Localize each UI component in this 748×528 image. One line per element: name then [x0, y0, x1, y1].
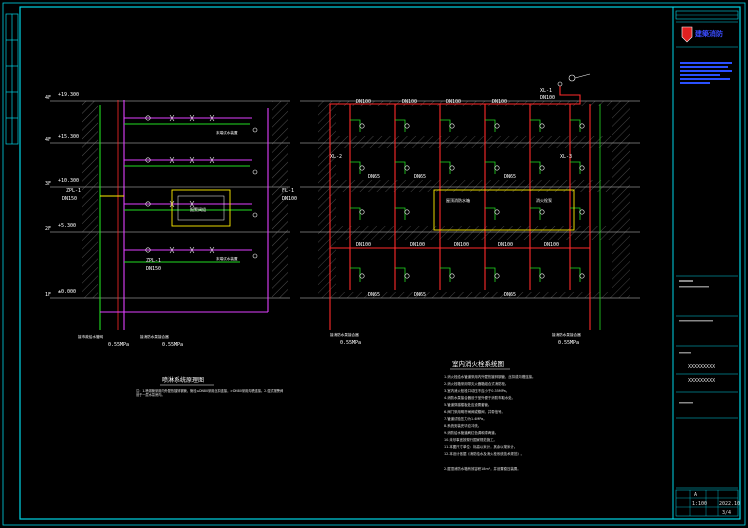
floor-tag: 1F — [45, 292, 51, 298]
floor-tag: 4F — [45, 95, 51, 101]
dn-label: DN100 — [446, 99, 461, 105]
title-scale: 1:100 — [692, 501, 707, 507]
floor-elev: +10.300 — [58, 178, 79, 184]
pressure-label: 0.55MPa — [108, 342, 129, 348]
hydrant-diagram: 屋顶消防水箱 消火栓泵 XL-1 DN100 DN100 DN100 DN100… — [300, 73, 640, 471]
pressure-label: 0.55MPa — [162, 342, 183, 348]
dn-label: DN100 — [356, 242, 371, 248]
fl-label: FL-1 — [282, 188, 294, 194]
binding-strip — [5, 13, 19, 145]
dn-label: DN65 — [504, 292, 516, 298]
dn-label: DN65 — [368, 292, 380, 298]
floor-tag: 2F — [45, 226, 51, 232]
pump-label: 消火栓泵 — [536, 197, 552, 203]
floor-elev: +19.300 — [58, 92, 79, 98]
note-item: 10.未尽事宜按现行国家规范施工。 — [444, 437, 497, 442]
valve-room-label: 报警阀组 — [190, 206, 206, 212]
xl-label: XL-2 — [330, 154, 342, 160]
dn-label: DN65 — [414, 292, 426, 298]
floor-elev: +5.300 — [58, 223, 76, 229]
note-item: 12.本设计依据《消防给水及消火栓系统技术规范》。 — [444, 451, 524, 456]
dn-label: DN100 — [454, 242, 469, 248]
note-item: 1.消火栓给水管道采用内外壁热镀锌钢管，丝扣或沟槽连接。 — [444, 374, 535, 379]
dn-label: DN100 — [356, 99, 371, 105]
dn-label: DN100 — [402, 99, 417, 105]
dn-label: DN100 — [492, 99, 507, 105]
floor-tag: 3F — [45, 181, 51, 187]
inlet-label: 接市政给水管网 — [78, 334, 104, 339]
floor-elev: +15.300 — [58, 134, 79, 140]
note-item: 7.管道试验压力为1.4MPa。 — [444, 416, 487, 421]
dn-label: DN100 — [282, 196, 297, 202]
floor-tag: 4F — [45, 137, 51, 143]
sprinkler-diagram: 4F +19.300 4F +15.300 3F +10.300 2F +5.3… — [45, 92, 297, 397]
note-item: 5.管道穿越楼板处应设置套管。 — [444, 402, 491, 407]
title-sheet: A — [694, 492, 697, 498]
title-block-text-lines — [680, 62, 732, 84]
left-wall-hatch — [82, 101, 98, 298]
pressure-label: 0.55MPa — [558, 340, 579, 346]
xl-label: XL-3 — [560, 154, 572, 160]
roof-tank-icon — [557, 73, 591, 87]
note-item: 9.消防给水管道刷红色调和漆两道。 — [444, 430, 498, 435]
sprinkler-risers — [99, 100, 269, 330]
left-note: 注：1.喷淋管采用内外壁热镀锌钢管，管径≤DN80采用丝扣连接，>DN80采用沟… — [136, 389, 284, 397]
note-item: 8.系统安装完毕应冲洗。 — [444, 423, 481, 428]
dn-label: DN100 — [544, 242, 559, 248]
dn-label: DN100 — [498, 242, 513, 248]
note-item: 6.阀门采用明杆闸阀或蝶阀，并带信号。 — [444, 409, 505, 414]
left-floor-tags: 4F +19.300 4F +15.300 3F +10.300 2F +5.3… — [45, 92, 79, 298]
left-diagram-title: 喷淋系统原理图 — [162, 376, 204, 384]
company-logo-text: 建築消防 — [695, 29, 723, 38]
note-item: 11.本图尺寸单位：标高以米计，其余以毫米计。 — [444, 444, 517, 449]
cad-drawing: 建築消防 XXXXXXXXX XXXXXXXXX A 1:100 2022.10… — [2, 2, 746, 526]
dn-label: DN150 — [62, 196, 77, 202]
pressure-label: 0.55MPa — [340, 340, 361, 346]
sprinkler-valves — [145, 114, 258, 259]
inlet-label: 接消防水泵接合器 — [140, 334, 169, 339]
title-block: 建築消防 XXXXXXXXX XXXXXXXXX A 1:100 2022.10… — [672, 7, 740, 519]
title-num: 3/4 — [722, 510, 731, 516]
room-note: 末端试水装置 — [216, 130, 238, 135]
dn-label: DN100 — [540, 95, 555, 101]
note-item: 2.消火栓箱采用带灭火器箱组合式消防柜。 — [444, 381, 508, 386]
dn-label: DN65 — [368, 174, 380, 180]
notes-tail: 2.屋顶消防水箱有效容积18m³，并设置稳压装置。 — [444, 466, 521, 471]
dn-label: DN65 — [414, 174, 426, 180]
note-item: 4.消防水泵接合器设于室外便于消防车取水处。 — [444, 395, 515, 400]
dn-label: DN150 — [146, 266, 161, 272]
inlet-label: 接消防水泵接合器 — [330, 332, 359, 337]
notes-list: 1.消火栓给水管道采用内外壁热镀锌钢管，丝扣或沟槽连接。 2.消火栓箱采用带灭火器… — [444, 374, 535, 456]
inlet-label: 接消防水泵接合器 — [552, 332, 581, 337]
tank-label: 屋顶消防水箱 — [446, 197, 470, 203]
xl-label: XL-1 — [540, 88, 552, 94]
right-diagram-title: 室内消火栓系统图 — [452, 359, 504, 368]
sprinkler-branches — [100, 117, 268, 313]
dn-label: DN65 — [504, 174, 516, 180]
title-row2: XXXXXXXXX — [688, 378, 715, 384]
zpl-label: ZPL-1 — [66, 188, 81, 194]
note-item: 3.室内消火栓栓口动压不应小于0.35MPa。 — [444, 388, 509, 393]
zpl-label: ZPL-1 — [146, 258, 161, 264]
dn-label: DN100 — [410, 242, 425, 248]
room-note: 末端试水装置 — [216, 256, 238, 261]
title-date: 2022.10 — [719, 501, 740, 507]
company-logo: 建築消防 — [681, 26, 723, 43]
floor-elev: ±0.000 — [58, 289, 76, 295]
title-row1: XXXXXXXXX — [688, 364, 715, 370]
